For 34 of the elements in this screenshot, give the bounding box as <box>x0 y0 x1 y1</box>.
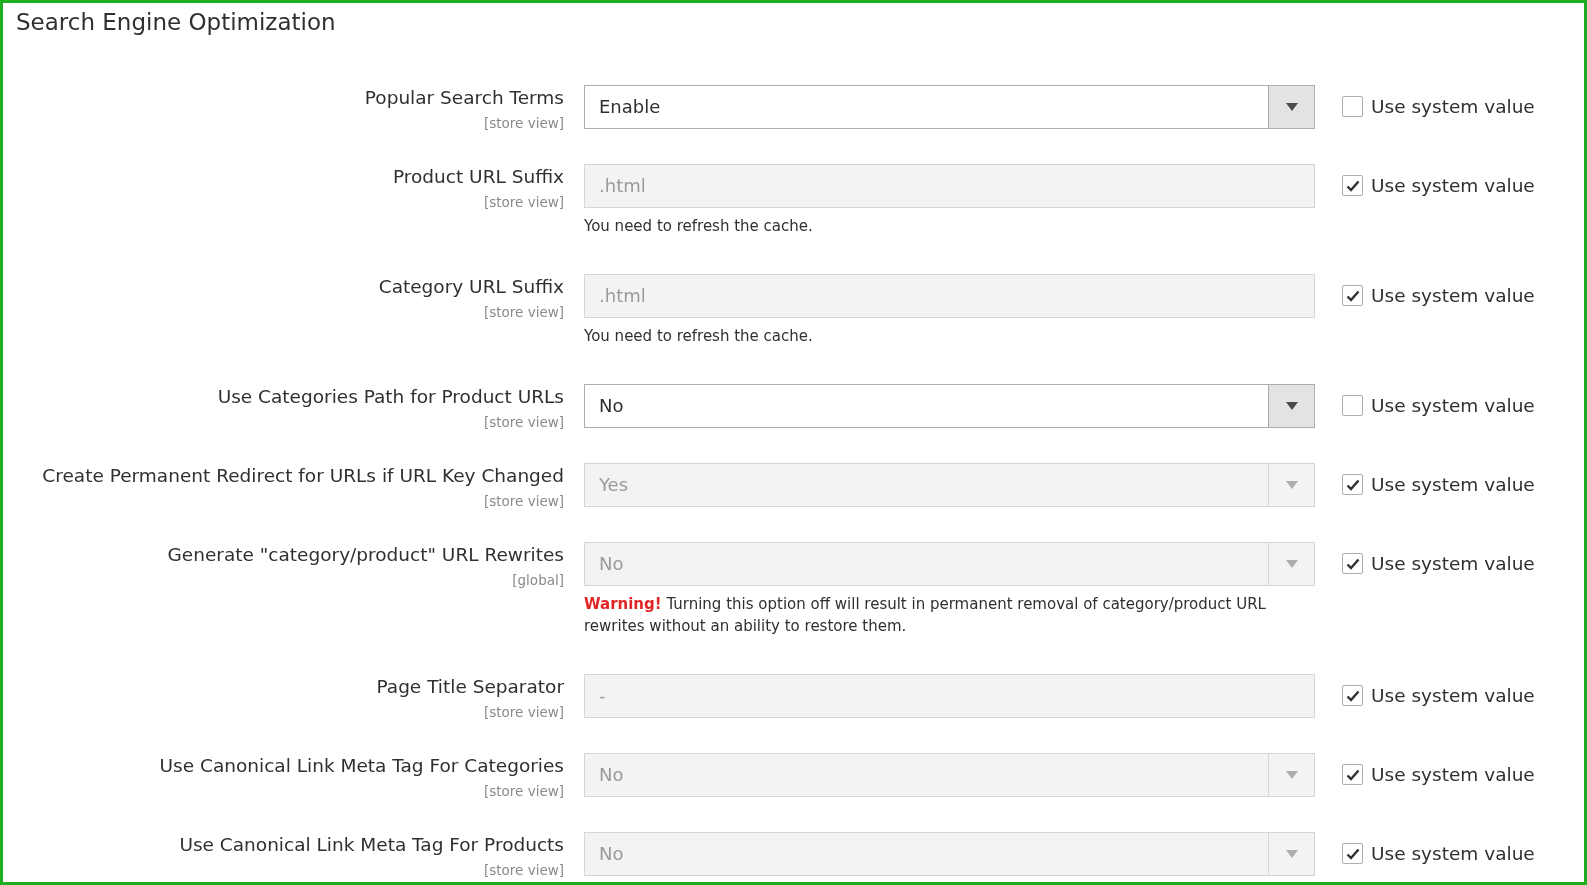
checkbox[interactable] <box>1342 395 1363 417</box>
section-title: Search Engine Optimization <box>16 9 337 37</box>
scope-label: [store view] <box>483 113 564 132</box>
field-label: Use Categories Path for Product URLs <box>217 384 564 409</box>
field-label: Category URL Suffix <box>378 274 564 299</box>
field-label: Generate "category/product" URL Rewrites <box>167 542 564 567</box>
scope-label: [store view] <box>483 702 564 721</box>
dropdown-field[interactable]: Enable <box>584 84 1315 129</box>
scope-label: [store view] <box>483 192 564 211</box>
field-label: Use Canonical Link Meta Tag For Categories <box>159 753 564 778</box>
scope-label: [store view] <box>483 860 564 879</box>
scope-label: [store view] <box>483 412 564 431</box>
scope-label: [store view] <box>483 302 564 321</box>
help-text: You need to refresh the cache. <box>584 325 814 347</box>
checkbox-label[interactable]: Use system value <box>1371 391 1535 420</box>
field-label: Product URL Suffix <box>393 164 564 189</box>
scope-label: [store view] <box>483 491 564 510</box>
field-label: Create Permanent Redirect for URLs if URL Key Changed <box>42 463 564 488</box>
warning-text: Warning! Turning this option off will result in permanent removal of category/product URL rewrites without an ability to restore them. <box>584 593 1267 637</box>
help-text: You need to refresh the cache. <box>584 215 814 237</box>
scope-label: [store view] <box>483 781 564 800</box>
checkbox[interactable] <box>1342 96 1363 118</box>
caret-icon <box>1285 770 1298 779</box>
field-label: Page Title Separator <box>376 674 564 699</box>
caret-icon <box>1285 480 1298 489</box>
field-label: Popular Search Terms <box>364 85 564 110</box>
caret-icon <box>1285 401 1298 410</box>
scope-label: [global] <box>512 570 564 589</box>
caret-icon <box>1285 849 1298 858</box>
field-label: Use Canonical Link Meta Tag For Products <box>179 832 564 857</box>
dropdown-field[interactable]: No <box>584 383 1315 428</box>
caret-icon <box>1285 559 1298 568</box>
caret-icon <box>1285 102 1298 111</box>
checkbox-label[interactable]: Use system value <box>1371 92 1535 121</box>
